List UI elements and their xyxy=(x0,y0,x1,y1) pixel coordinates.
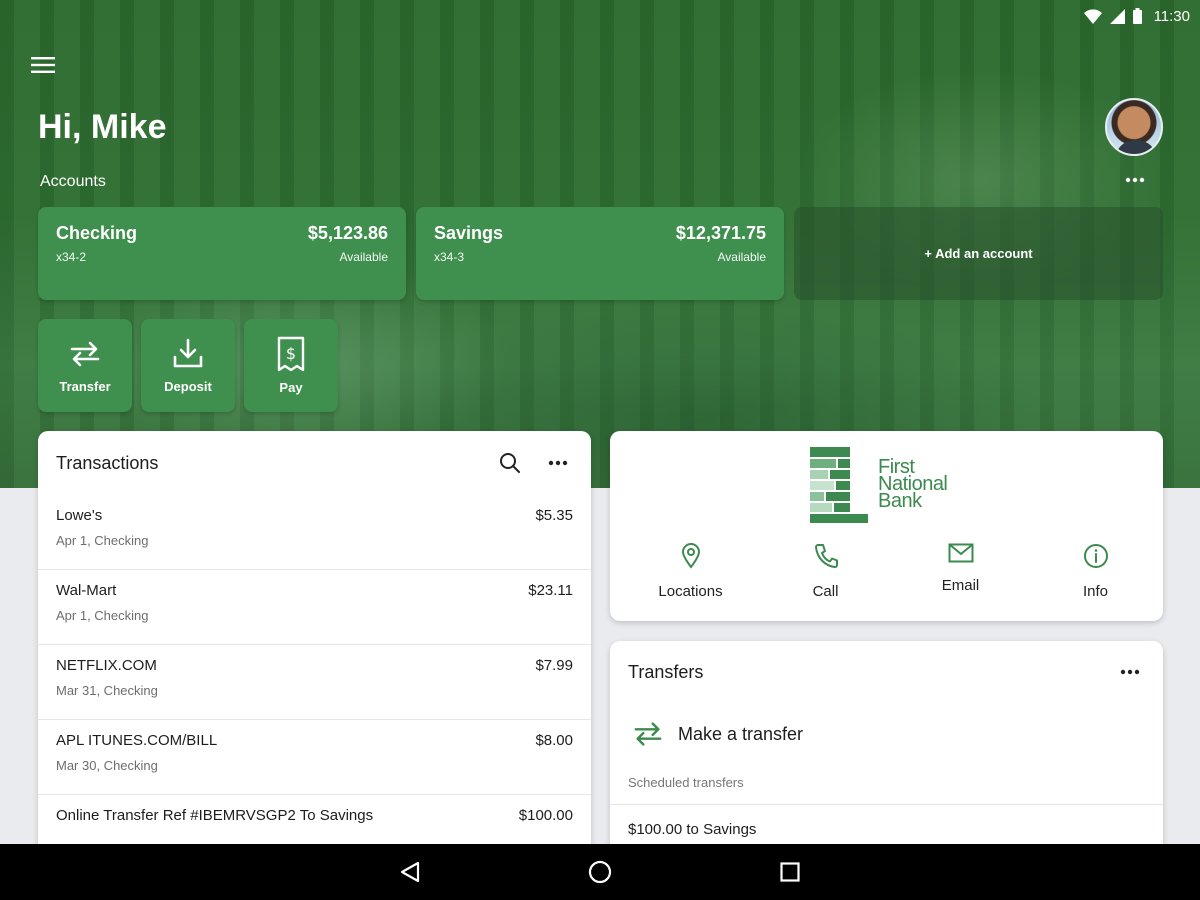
scheduled-transfers-label: Scheduled transfers xyxy=(610,765,1163,805)
transaction-amount: $7.99 xyxy=(535,657,573,674)
transaction-amount: $100.00 xyxy=(518,807,573,824)
account-card-checking[interactable]: Checking $5,123.86 x34-2 Available xyxy=(38,207,406,300)
more-horizontal-icon xyxy=(1125,177,1145,183)
account-balance: $5,123.86 xyxy=(307,223,388,243)
deposit-label: Deposit xyxy=(164,379,212,394)
locations-label: Locations xyxy=(658,583,723,600)
balance-label: Available xyxy=(717,250,766,264)
back-triangle-icon xyxy=(400,861,420,883)
transactions-card: Transactions Lowe's $5.35 Apr 1, Checking… xyxy=(38,431,591,861)
bill-icon: $ xyxy=(277,336,305,372)
transaction-merchant: Wal-Mart xyxy=(56,582,117,599)
search-icon xyxy=(500,453,520,473)
account-name: Checking xyxy=(56,223,138,243)
svg-text:$: $ xyxy=(286,344,296,363)
transaction-amount: $5.35 xyxy=(535,507,573,524)
more-horizontal-icon xyxy=(548,460,568,466)
signal-icon xyxy=(1109,8,1125,24)
transaction-detail: Apr 1, Checking xyxy=(56,533,149,548)
transfer-icon xyxy=(634,722,662,746)
transfers-title: Transfers xyxy=(628,661,704,682)
accounts-more-button[interactable] xyxy=(1118,170,1152,190)
info-icon xyxy=(1083,544,1108,568)
account-card-savings[interactable]: Savings $12,371.75 x34-3 Available xyxy=(416,207,784,300)
transaction-row[interactable]: NETFLIX.COM $7.99 Mar 31, Checking xyxy=(38,645,591,720)
account-name: Savings xyxy=(434,223,504,243)
pay-button[interactable]: $ Pay xyxy=(244,319,338,412)
transaction-merchant: Online Transfer Ref #IBEMRVSGP2 To Savin… xyxy=(56,807,374,824)
recents-square-icon xyxy=(780,862,800,882)
more-horizontal-icon xyxy=(1120,669,1140,675)
email-button[interactable]: Email xyxy=(893,543,1028,600)
account-number: x34-3 xyxy=(434,250,465,264)
bank-logo: First National Bank xyxy=(810,447,970,523)
transactions-title: Transactions xyxy=(56,452,159,473)
bank-logo-mark-icon xyxy=(810,447,868,523)
transfers-more-button[interactable] xyxy=(1115,657,1145,687)
transaction-merchant: Lowe's xyxy=(56,507,103,524)
info-button[interactable]: Info xyxy=(1028,543,1163,600)
transaction-row[interactable]: Wal-Mart $23.11 Apr 1, Checking xyxy=(38,570,591,645)
hamburger-menu-icon xyxy=(31,57,55,73)
status-bar: 11:30 xyxy=(0,0,1200,32)
accounts-label: Accounts xyxy=(40,173,106,190)
battery-icon xyxy=(1132,8,1142,24)
locations-button[interactable]: Locations xyxy=(623,543,758,600)
pay-label: Pay xyxy=(279,380,303,395)
back-button[interactable] xyxy=(390,852,430,892)
make-transfer-button[interactable]: Make a transfer xyxy=(610,703,1163,765)
phone-icon xyxy=(814,544,838,568)
home-button[interactable] xyxy=(580,852,620,892)
transaction-row[interactable]: APL ITUNES.COM/BILL $8.00 Mar 30, Checkin… xyxy=(38,720,591,795)
menu-button[interactable] xyxy=(28,52,58,78)
account-number: x34-2 xyxy=(56,250,87,264)
deposit-icon xyxy=(173,338,203,368)
wifi-icon xyxy=(1083,8,1102,24)
transaction-detail: Mar 31, Checking xyxy=(56,683,158,698)
transaction-detail: Apr 1, Checking xyxy=(56,608,149,623)
transaction-merchant: NETFLIX.COM xyxy=(56,657,157,674)
make-transfer-label: Make a transfer xyxy=(678,723,804,744)
transaction-amount: $23.11 xyxy=(528,582,573,599)
transfer-label: Transfer xyxy=(59,379,111,394)
bank-logo-line: Bank xyxy=(878,490,922,512)
transaction-amount: $8.00 xyxy=(535,732,573,749)
recents-button[interactable] xyxy=(770,852,810,892)
mail-icon xyxy=(948,543,973,563)
home-circle-icon xyxy=(588,860,612,884)
transaction-merchant: APL ITUNES.COM/BILL xyxy=(56,732,218,749)
search-button[interactable] xyxy=(495,448,525,478)
system-nav-bar xyxy=(0,844,1200,900)
bank-info-card: First National Bank Locations Call Email… xyxy=(610,431,1163,621)
deposit-button[interactable]: Deposit xyxy=(141,319,235,412)
avatar[interactable] xyxy=(1105,98,1163,156)
transactions-more-button[interactable] xyxy=(543,448,573,478)
transaction-detail: Mar 30, Checking xyxy=(56,758,158,773)
add-account-button[interactable]: + Add an account xyxy=(794,207,1163,300)
call-button[interactable]: Call xyxy=(758,543,893,600)
info-label: Info xyxy=(1082,583,1109,600)
transaction-row[interactable]: Lowe's $5.35 Apr 1, Checking xyxy=(38,495,591,570)
balance-label: Available xyxy=(339,250,388,264)
location-pin-icon xyxy=(681,543,700,569)
call-label: Call xyxy=(812,583,839,600)
email-label: Email xyxy=(941,577,980,594)
transfers-card: Transfers Make a transfer Scheduled tran… xyxy=(610,641,1163,871)
transfer-icon xyxy=(70,341,100,367)
account-balance: $12,371.75 xyxy=(675,223,766,243)
transfer-button[interactable]: Transfer xyxy=(38,319,132,412)
status-time: 11:30 xyxy=(1153,7,1190,25)
greeting-title: Hi, Mike xyxy=(38,108,167,146)
bank-logo-wordmark: First National Bank xyxy=(878,457,948,512)
